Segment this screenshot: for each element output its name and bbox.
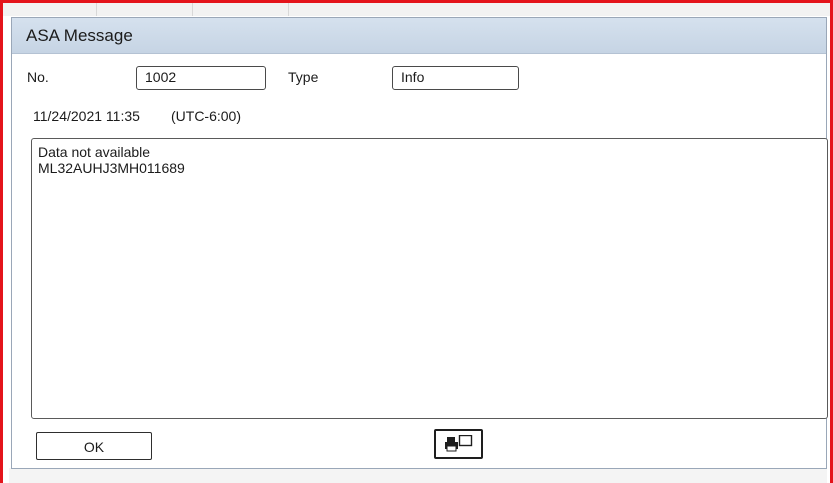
highlight-frame xyxy=(0,0,833,483)
